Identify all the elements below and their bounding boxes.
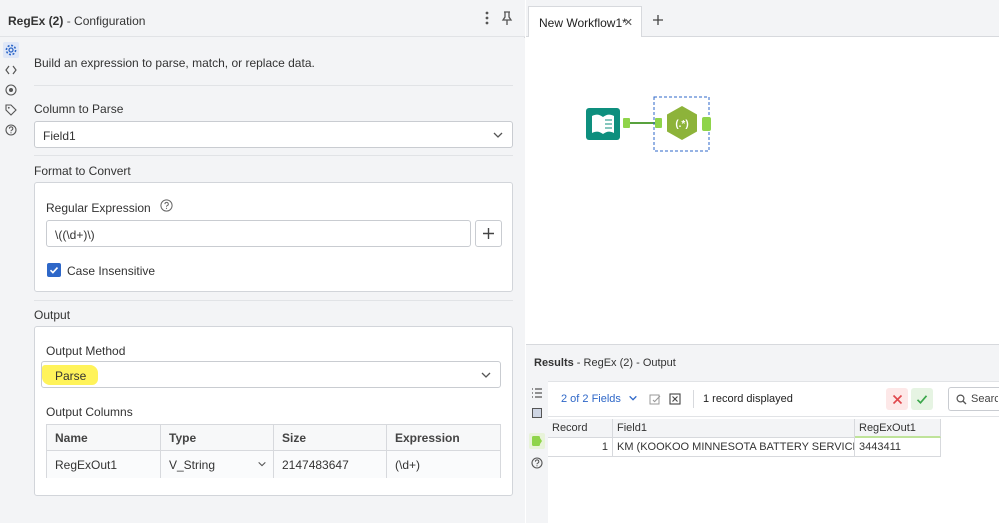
format-to-convert-box: Regular Expression \((\d+)\) Case Insens… xyxy=(34,182,513,292)
workflow-diagram: (.*) xyxy=(586,96,711,152)
case-insensitive-checkbox[interactable] xyxy=(47,263,61,277)
grid-view-icon[interactable] xyxy=(529,405,545,421)
divider xyxy=(34,155,513,156)
output-name-cell[interactable]: RegExOut1 xyxy=(47,451,161,478)
target-icon[interactable] xyxy=(3,82,19,98)
regex-tool-icon[interactable]: (.*) xyxy=(653,96,711,152)
plus-icon xyxy=(653,15,663,25)
help-icon[interactable] xyxy=(529,455,545,471)
configuration-title: RegEx (2) - Configuration xyxy=(8,14,146,28)
column-to-parse-value: Field1 xyxy=(43,129,76,143)
check-icon xyxy=(916,394,928,404)
regular-expression-label: Regular Expression xyxy=(46,201,151,215)
add-expression-button[interactable] xyxy=(475,220,502,247)
tag-icon[interactable] xyxy=(3,102,19,118)
tab-label: New Workflow1* xyxy=(539,16,627,30)
more-options-icon[interactable] xyxy=(480,11,494,27)
table-row: RegExOut1 V_String 2147483647 (\d+) xyxy=(47,451,500,478)
add-tab-button[interactable]: + xyxy=(646,8,670,32)
column-to-parse-select[interactable]: Field1 xyxy=(34,121,513,148)
results-toolbar: 2 of 2 Fields 1 record displayed Search xyxy=(548,381,999,417)
close-icon[interactable]: ✕ xyxy=(624,16,633,29)
fields-dropdown[interactable]: 2 of 2 Fields xyxy=(561,393,638,405)
output-columns-label: Output Columns xyxy=(46,405,133,419)
results-grid: Record Field1 RegExOut1 1 KM (KOOKOO MIN… xyxy=(548,417,999,523)
edit-icon[interactable] xyxy=(644,388,666,410)
output-columns-table: Name Type Size Expression RegExOut1 V_St… xyxy=(46,424,501,478)
format-to-convert-label: Format to Convert xyxy=(34,164,131,178)
output-anchor-icon[interactable] xyxy=(529,433,545,449)
regular-expression-input[interactable]: \((\d+)\) xyxy=(46,220,471,247)
output-method-value: Parse xyxy=(55,369,87,383)
configuration-header: RegEx (2) - Configuration xyxy=(0,0,525,37)
case-insensitive-label: Case Insensitive xyxy=(67,264,156,278)
configuration-panel: RegEx (2) - Configuration Build an expre… xyxy=(0,0,525,523)
output-box: Output Method Parse Output Columns Name … xyxy=(34,326,513,496)
search-placeholder: Search xyxy=(971,393,998,405)
chevron-down-icon xyxy=(493,132,503,138)
results-icon-rail xyxy=(526,381,548,523)
check-icon xyxy=(49,267,59,274)
output-method-label: Output Method xyxy=(46,344,126,358)
output-method-select[interactable]: Parse xyxy=(41,361,501,388)
chevron-down-icon xyxy=(481,372,491,378)
panel-name: Configuration xyxy=(74,14,146,28)
input-data-tool-icon[interactable] xyxy=(586,108,630,140)
close-icon xyxy=(892,394,902,404)
pin-icon[interactable] xyxy=(500,11,514,27)
plus-icon xyxy=(483,228,494,239)
output-label: Output xyxy=(34,308,71,322)
column-to-parse-label: Column to Parse xyxy=(34,102,124,116)
output-size-cell[interactable]: 2147483647 xyxy=(274,451,387,478)
results-panel: Results - RegEx (2) - Output 2 of 2 Fiel… xyxy=(526,344,999,523)
tab-new-workflow1[interactable]: New Workflow1* ✕ xyxy=(528,6,642,37)
divider xyxy=(693,390,694,408)
tool-description: Build an expression to parse, match, or … xyxy=(34,56,315,70)
column-header-field1[interactable]: Field1 xyxy=(613,419,855,438)
column-header: Type xyxy=(161,425,274,450)
field1-cell[interactable]: KM (KOOKOO MINNESOTA BATTERY SERVICES-7.… xyxy=(613,438,855,457)
apply-button[interactable] xyxy=(911,388,933,410)
chevron-down-icon xyxy=(629,395,637,401)
regexout1-cell[interactable]: 3443411 xyxy=(855,438,941,457)
column-header: Size xyxy=(274,425,387,450)
svg-text:(.*): (.*) xyxy=(675,119,688,130)
workflow-tab-strip: New Workflow1* ✕ + xyxy=(526,0,999,37)
record-cell: 1 xyxy=(548,438,613,457)
divider xyxy=(34,85,513,86)
divider xyxy=(34,300,513,301)
config-icon-rail xyxy=(0,38,22,523)
code-icon[interactable] xyxy=(3,62,19,78)
clear-icon[interactable] xyxy=(664,388,686,410)
output-type-select[interactable]: V_String xyxy=(161,451,274,478)
help-icon[interactable] xyxy=(3,122,19,138)
help-icon[interactable] xyxy=(160,199,173,215)
column-header-record[interactable]: Record xyxy=(548,419,613,438)
list-view-icon[interactable] xyxy=(529,385,545,401)
table-header-row: Name Type Size Expression xyxy=(47,425,500,451)
records-displayed-text: 1 record displayed xyxy=(703,393,793,405)
chevron-down-icon xyxy=(258,461,266,467)
search-icon xyxy=(956,394,967,405)
results-title: Results - RegEx (2) - Output xyxy=(534,357,676,369)
regular-expression-value: \((\d+)\) xyxy=(55,228,95,242)
workflow-canvas[interactable]: (.*) xyxy=(526,38,999,343)
column-header: Name xyxy=(47,425,161,450)
cancel-button[interactable] xyxy=(886,388,908,410)
gear-icon[interactable] xyxy=(3,42,19,58)
tool-name: RegEx (2) xyxy=(8,14,64,28)
column-header-regexout1[interactable]: RegExOut1 xyxy=(855,419,941,438)
column-header: Expression xyxy=(387,425,500,450)
search-input[interactable]: Search xyxy=(948,387,999,411)
configuration-body: Build an expression to parse, match, or … xyxy=(23,38,525,523)
output-expression-cell: (\d+) xyxy=(387,451,500,478)
